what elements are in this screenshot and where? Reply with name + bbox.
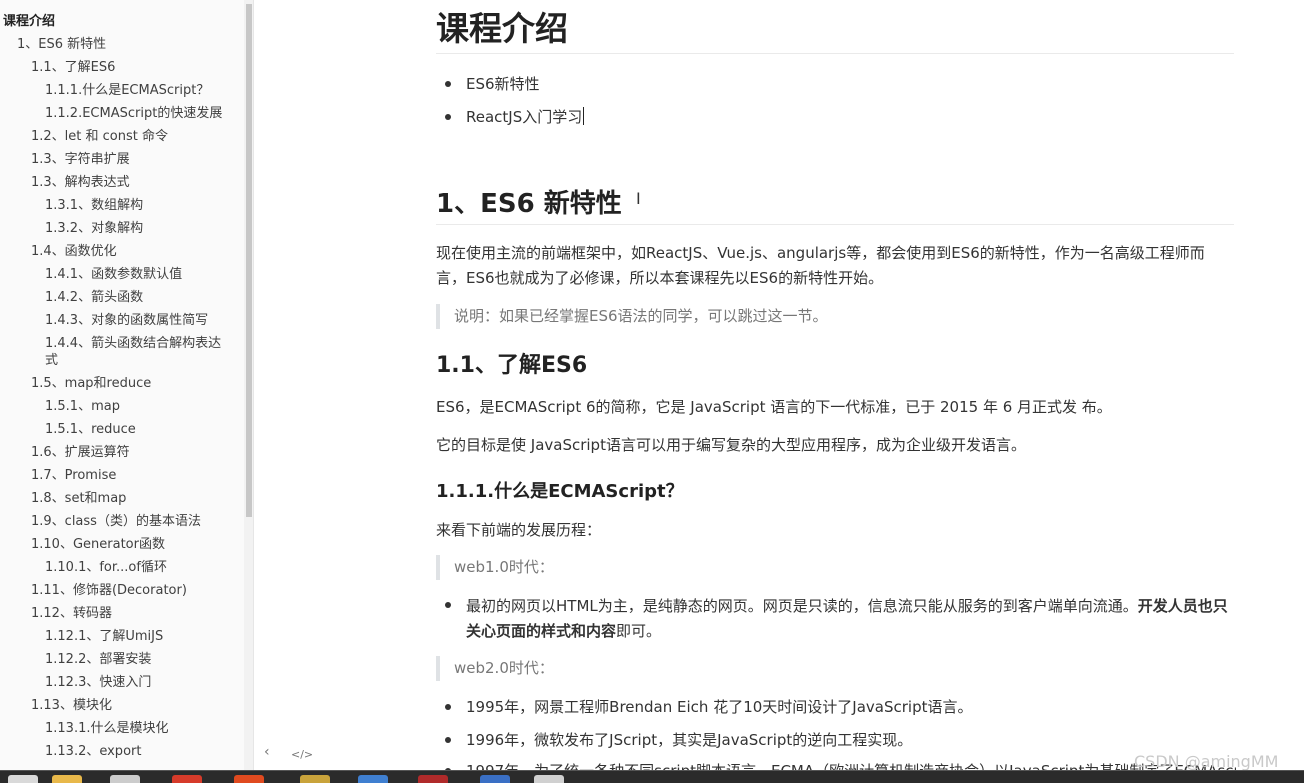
outline-item[interactable]: 1.1.2.ECMAScript的快速发展 <box>0 102 244 125</box>
taskbar-app-icon[interactable] <box>172 775 202 783</box>
paragraph: ES6，是ECMAScript 6的简称，它是 JavaScript 语言的下一… <box>436 398 1112 416</box>
outline-item[interactable]: 1.4、函数优化 <box>0 240 244 263</box>
outline-item[interactable]: 1.12、转码器 <box>0 602 244 625</box>
outline-item[interactable]: 1.8、set和map <box>0 487 244 510</box>
outline-item[interactable]: 课程介绍 <box>0 10 244 33</box>
outline-item[interactable]: 1.10、Generator函数 <box>0 533 244 556</box>
section-heading-1-1: 1.1、了解ES6 <box>436 353 588 378</box>
outline-item[interactable]: 1.4.1、函数参数默认值 <box>0 263 244 286</box>
web2-bullet: 1996年，微软发布了JScript，其实是JavaScript的逆向工程实现。 <box>444 731 913 749</box>
outline-item[interactable]: 1.3.1、数组解构 <box>0 194 244 217</box>
paragraph: 它的目标是使 JavaScript语言可以用于编写复杂的大型应用程序，成为企业级… <box>436 436 1026 454</box>
outline-item[interactable]: 1.3、解构表达式 <box>0 171 244 194</box>
outline-item[interactable]: 1.10.1、for...of循环 <box>0 556 244 579</box>
outline-item[interactable]: 1.12.1、了解UmiJS <box>0 625 244 648</box>
web1-bullet-end: 即可。 <box>616 622 662 640</box>
outline-item[interactable]: 1.13、模块化 <box>0 694 244 717</box>
intro-bullet: ES6新特性 <box>445 75 540 93</box>
text-cursor <box>583 107 585 125</box>
taskbar-app-icon[interactable] <box>418 775 448 783</box>
outline-item[interactable]: 1.12.2、部署安装 <box>0 648 244 671</box>
outline-item[interactable]: 1.4.3、对象的函数属性简写 <box>0 309 244 332</box>
web2-bullet: 1997年，为了统一各种不同script脚本语言，ECMA（欧洲计算机制造商协会… <box>444 760 1236 770</box>
outline-item[interactable]: 1.5、map和reduce <box>0 372 244 395</box>
taskbar <box>0 770 1304 783</box>
mouse-ibeam-cursor-icon: I <box>636 189 641 208</box>
outline-item[interactable]: 1.12.3、快速入门 <box>0 671 244 694</box>
outline-item[interactable]: 1.9、class（类）的基本语法 <box>0 510 244 533</box>
outline-item[interactable]: 1.1、了解ES6 <box>0 56 244 79</box>
outline-sidebar: 课程介绍 1、ES6 新特性 1.1、了解ES6 1.1.1.什么是ECMAScrip… <box>0 0 254 770</box>
outline-item[interactable]: 1.5.1、map <box>0 395 244 418</box>
page-title: 课程介绍 <box>436 9 568 48</box>
outline-item[interactable]: 1.3.2、对象解构 <box>0 217 244 240</box>
intro-bullet: ReactJS入门学习 <box>444 106 585 127</box>
blockquote-web1: web1.0时代： <box>436 555 554 580</box>
document-body[interactable]: 课程介绍 ES6新特性 ReactJS入门学习 1、ES6 新特性 现在使用主流… <box>436 0 1236 770</box>
outline-item[interactable]: 1.4.4、箭头函数结合解构表达式 <box>0 332 244 372</box>
section-heading-1-1-1: 1.1.1.什么是ECMAScript？ <box>436 481 684 502</box>
outline-item[interactable]: 1.5.1、reduce <box>0 418 244 441</box>
paragraph: 来看下前端的发展历程： <box>436 521 602 539</box>
taskbar-app-icon[interactable] <box>534 775 564 783</box>
watermark: CSDN @amingMM <box>1134 752 1279 771</box>
section-divider <box>436 224 1234 225</box>
outline-item[interactable]: 1.2、let 和 const 命令 <box>0 125 244 148</box>
blockquote-web2: web2.0时代： <box>436 656 554 681</box>
intro-bullet-text: ReactJS入门学习 <box>466 108 583 126</box>
blockquote-note: 说明：如果已经掌握ES6语法的同学，可以跳过这一节。 <box>436 304 828 329</box>
outline-item[interactable]: 1.6、扩展运算符 <box>0 441 244 464</box>
taskbar-app-icon[interactable] <box>52 775 82 783</box>
section-heading-1: 1、ES6 新特性 <box>436 189 622 219</box>
title-divider <box>436 53 1234 54</box>
web1-bullet: 最初的网页以HTML为主，是纯静态的网页。网页是只读的，信息流只能从服务的到客户… <box>445 594 1234 644</box>
collapse-sidebar-icon[interactable]: ‹ <box>264 744 270 760</box>
web1-bullet-text: 最初的网页以HTML为主，是纯静态的网页。网页是只读的，信息流只能从服务的到客户… <box>466 597 1138 615</box>
sidebar-footer: ‹ </> <box>254 742 324 768</box>
taskbar-app-icon[interactable] <box>234 775 264 783</box>
outline-item[interactable]: 1.11、修饰器(Decorator) <box>0 579 244 602</box>
outline-item[interactable]: 1、ES6 新特性 <box>0 33 244 56</box>
outline-item[interactable]: 1.3、字符串扩展 <box>0 148 244 171</box>
taskbar-app-icon[interactable] <box>110 775 140 783</box>
sidebar-scrollbar-thumb[interactable] <box>246 4 252 517</box>
outline-item[interactable]: 1.7、Promise <box>0 464 244 487</box>
outline-item[interactable]: 1.13.1.什么是模块化 <box>0 717 244 740</box>
outline-item[interactable]: 1.13.2、export <box>0 740 244 763</box>
taskbar-app-icon[interactable] <box>480 775 510 783</box>
outline-item[interactable]: 1.4.2、箭头函数 <box>0 286 244 309</box>
paragraph: 现在使用主流的前端框架中，如ReactJS、Vue.js、angularjs等，… <box>436 244 1205 287</box>
taskbar-app-icon[interactable] <box>358 775 388 783</box>
taskbar-app-icon[interactable] <box>300 775 330 783</box>
taskbar-app-icon[interactable] <box>8 775 38 783</box>
source-mode-icon[interactable]: </> <box>291 748 313 761</box>
web2-bullet: 1995年，网景工程师Brendan Eich 花了10天时间设计了JavaSc… <box>444 698 973 716</box>
outline-item[interactable]: 1.1.1.什么是ECMAScript？ <box>0 79 244 102</box>
outline-list: 课程介绍 1、ES6 新特性 1.1、了解ES6 1.1.1.什么是ECMAScrip… <box>0 10 244 763</box>
